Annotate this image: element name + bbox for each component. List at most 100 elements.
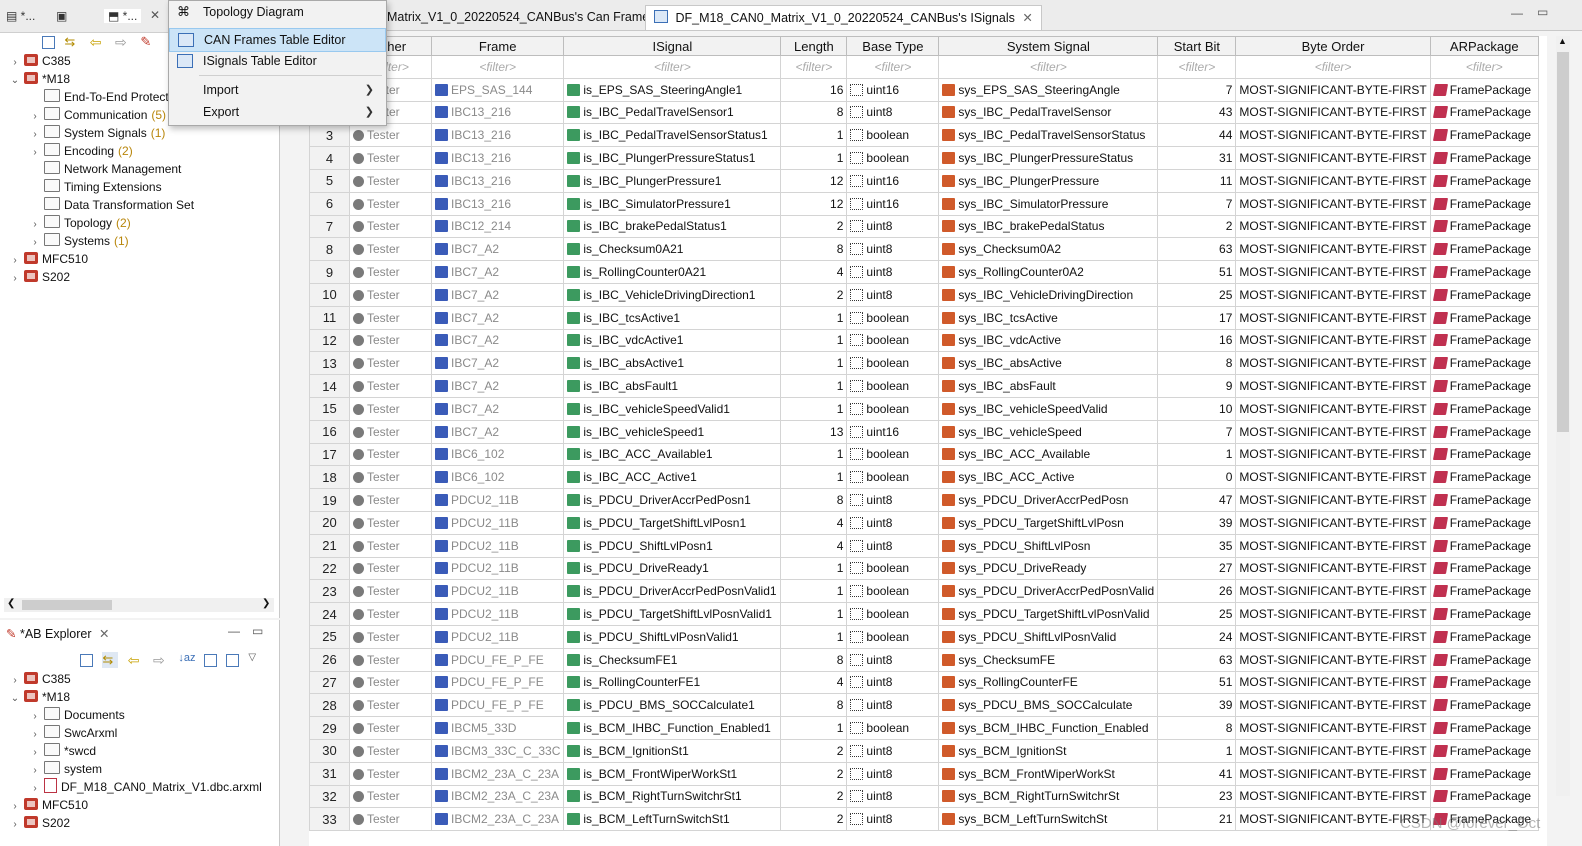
table-cell[interactable]: 23	[1157, 784, 1237, 809]
table-cell[interactable]: sys_IBC_PedalTravelSensor	[938, 100, 1159, 125]
table-cell[interactable]: FramePackage	[1429, 579, 1539, 604]
table-cell[interactable]: Tester	[349, 693, 432, 718]
table-cell[interactable]: FramePackage	[1429, 374, 1539, 398]
table-cell[interactable]: PDCU2_11B	[430, 556, 565, 581]
table-cell[interactable]: IBC7_A2	[430, 305, 565, 330]
table-cell[interactable]: Tester	[349, 260, 432, 284]
table-cell[interactable]: boolean	[846, 123, 940, 148]
table-cell[interactable]: FramePackage	[1429, 465, 1539, 490]
table-cell[interactable]: FramePackage	[1429, 328, 1539, 353]
table-cell[interactable]: is_PDCU_DriverAccrPedPosnValid1	[563, 579, 782, 604]
table-cell[interactable]: is_IBC_PedalTravelSensorStatus1	[563, 123, 782, 148]
table-cell[interactable]: is_PDCU_ShiftLvlPosnValid1	[563, 624, 782, 649]
table-cell[interactable]: 2	[780, 807, 848, 832]
table-cell[interactable]: MOST-SIGNIFICANT-BYTE-FIRST	[1235, 738, 1431, 763]
table-cell[interactable]: 25	[1157, 602, 1237, 626]
table-cell[interactable]: sys_IBC_ACC_Active	[938, 465, 1159, 490]
table-cell[interactable]: IBCM2_23A_C_23A	[430, 807, 565, 832]
table-cell[interactable]: 1	[780, 465, 848, 490]
scroll-thumb[interactable]	[22, 600, 112, 610]
filter-input[interactable]: <filter>	[430, 55, 565, 79]
table-cell[interactable]: 43	[1157, 100, 1237, 125]
scroll-up-icon[interactable]: ▲	[1558, 36, 1567, 46]
table-cell[interactable]: FramePackage	[1429, 510, 1539, 535]
table-cell[interactable]: Tester	[349, 374, 432, 398]
table-cell[interactable]: Tester	[349, 191, 432, 216]
table-cell[interactable]: boolean	[846, 442, 940, 467]
menu-item-topology-diagram[interactable]: ⌘ Topology Diagram	[169, 1, 386, 23]
table-cell[interactable]: MOST-SIGNIFICANT-BYTE-FIRST	[1235, 214, 1431, 239]
table-cell[interactable]: MOST-SIGNIFICANT-BYTE-FIRST	[1235, 77, 1431, 102]
table-cell[interactable]: FramePackage	[1429, 146, 1539, 170]
table-row[interactable]: 12 Tester IBC7_A2 is_IBC_vdcActive1 1 boolean…	[309, 328, 1539, 353]
table-cell[interactable]: FramePackage	[1429, 419, 1539, 444]
table-cell[interactable]: Tester	[349, 465, 432, 490]
tab-close-icon[interactable]: ✕	[1022, 11, 1032, 25]
table-row[interactable]: 19 Tester PDCU2_11B is_PDCU_DriverAccrPedPo…	[309, 488, 1539, 512]
filter-input[interactable]: <filter>	[1429, 55, 1539, 79]
table-cell[interactable]: boolean	[846, 305, 940, 330]
table-cell[interactable]: FramePackage	[1429, 647, 1539, 672]
table-cell[interactable]: PDCU2_11B	[430, 579, 565, 604]
table-cell[interactable]: is_BCM_IHBC_Function_Enabled1	[563, 716, 782, 740]
table-cell[interactable]: boolean	[846, 465, 940, 490]
table-row[interactable]: 15 Tester IBC7_A2 is_IBC_vehicleSpeedValid1…	[309, 396, 1539, 421]
table-cell[interactable]: sys_IBC_tcsActive	[938, 305, 1159, 330]
link-editor-icon[interactable]: ⇆	[102, 652, 119, 668]
table-row[interactable]: 18 Tester IBC6_102 is_IBC_ACC_Active1 1 boole…	[309, 465, 1539, 490]
project-icon[interactable]: ✎	[140, 34, 156, 50]
filter-input[interactable]: <filter>	[938, 55, 1159, 79]
table-cell[interactable]: is_PDCU_DriveReady1	[563, 556, 782, 581]
table-cell[interactable]: 2	[1157, 214, 1237, 239]
table-cell[interactable]: 4	[780, 533, 848, 558]
table-row[interactable]: 24 Tester PDCU2_11B is_PDCU_TargetShiftLvlP…	[309, 602, 1539, 626]
table-cell[interactable]: 1	[780, 305, 848, 330]
table-cell[interactable]: is_IBC_brakePedalStatus1	[563, 214, 782, 239]
table-cell[interactable]: MOST-SIGNIFICANT-BYTE-FIRST	[1235, 602, 1431, 626]
table-cell[interactable]: 2	[780, 214, 848, 239]
table-cell[interactable]: IBC6_102	[430, 442, 565, 467]
table-cell[interactable]: uint8	[846, 807, 940, 832]
table-cell[interactable]: is_PDCU_BMS_SOCCalculate1	[563, 693, 782, 718]
table-cell[interactable]: 12	[780, 168, 848, 193]
table-cell[interactable]: PDCU2_11B	[430, 533, 565, 558]
table-cell[interactable]: Tester	[349, 396, 432, 421]
table-cell[interactable]: boolean	[846, 556, 940, 581]
table-cell[interactable]: MOST-SIGNIFICANT-BYTE-FIRST	[1235, 123, 1431, 148]
table-cell[interactable]: uint16	[846, 191, 940, 216]
table-cell[interactable]: 8	[780, 237, 848, 262]
table-row[interactable]: 11 Tester IBC7_A2 is_IBC_tcsActive1 1 boolean…	[309, 305, 1539, 330]
table-row[interactable]: 6 Tester IBC13_216 is_IBC_SimulatorPressure…	[309, 191, 1539, 216]
table-cell[interactable]: Tester	[349, 305, 432, 330]
tree-item[interactable]: › Encoding (2)	[8, 142, 133, 160]
table-cell[interactable]: FramePackage	[1429, 260, 1539, 284]
table-cell[interactable]: uint8	[846, 761, 940, 786]
table-cell[interactable]: 1	[780, 396, 848, 421]
table-cell[interactable]: 8	[780, 488, 848, 512]
table-cell[interactable]: 31	[1157, 146, 1237, 170]
table-row[interactable]: 4 Tester IBC13_216 is_IBC_PlungerPressureSt…	[309, 146, 1539, 170]
table-cell[interactable]: 1	[780, 146, 848, 170]
table-cell[interactable]: uint8	[846, 647, 940, 672]
table-cell[interactable]: Tester	[349, 488, 432, 512]
table-cell[interactable]: is_IBC_vehicleSpeed1	[563, 419, 782, 444]
table-cell[interactable]: Tester	[349, 807, 432, 832]
table-cell[interactable]: Tester	[349, 168, 432, 193]
table-cell[interactable]: is_RollingCounter0A21	[563, 260, 782, 284]
table-row[interactable]: 3 Tester IBC13_216 is_IBC_PedalTravelSensor…	[309, 123, 1539, 148]
table-cell[interactable]: is_BCM_IgnitionSt1	[563, 738, 782, 763]
tree-item[interactable]: › MFC510	[8, 250, 88, 268]
table-cell[interactable]: FramePackage	[1429, 282, 1539, 307]
table-cell[interactable]: MOST-SIGNIFICANT-BYTE-FIRST	[1235, 100, 1431, 125]
table-cell[interactable]: sys_PDCU_ShiftLvlPosn	[938, 533, 1159, 558]
table-cell[interactable]: is_IBC_PlungerPressure1	[563, 168, 782, 193]
tree-item[interactable]: Network Management	[8, 160, 181, 178]
sort-az-icon[interactable]: ↓az	[178, 652, 195, 668]
table-cell[interactable]: Tester	[349, 237, 432, 262]
table-cell[interactable]: FramePackage	[1429, 191, 1539, 216]
table-cell[interactable]: FramePackage	[1429, 77, 1539, 102]
table-cell[interactable]: FramePackage	[1429, 624, 1539, 649]
table-cell[interactable]: Tester	[349, 533, 432, 558]
table-cell[interactable]: uint8	[846, 738, 940, 763]
table-cell[interactable]: uint8	[846, 670, 940, 695]
